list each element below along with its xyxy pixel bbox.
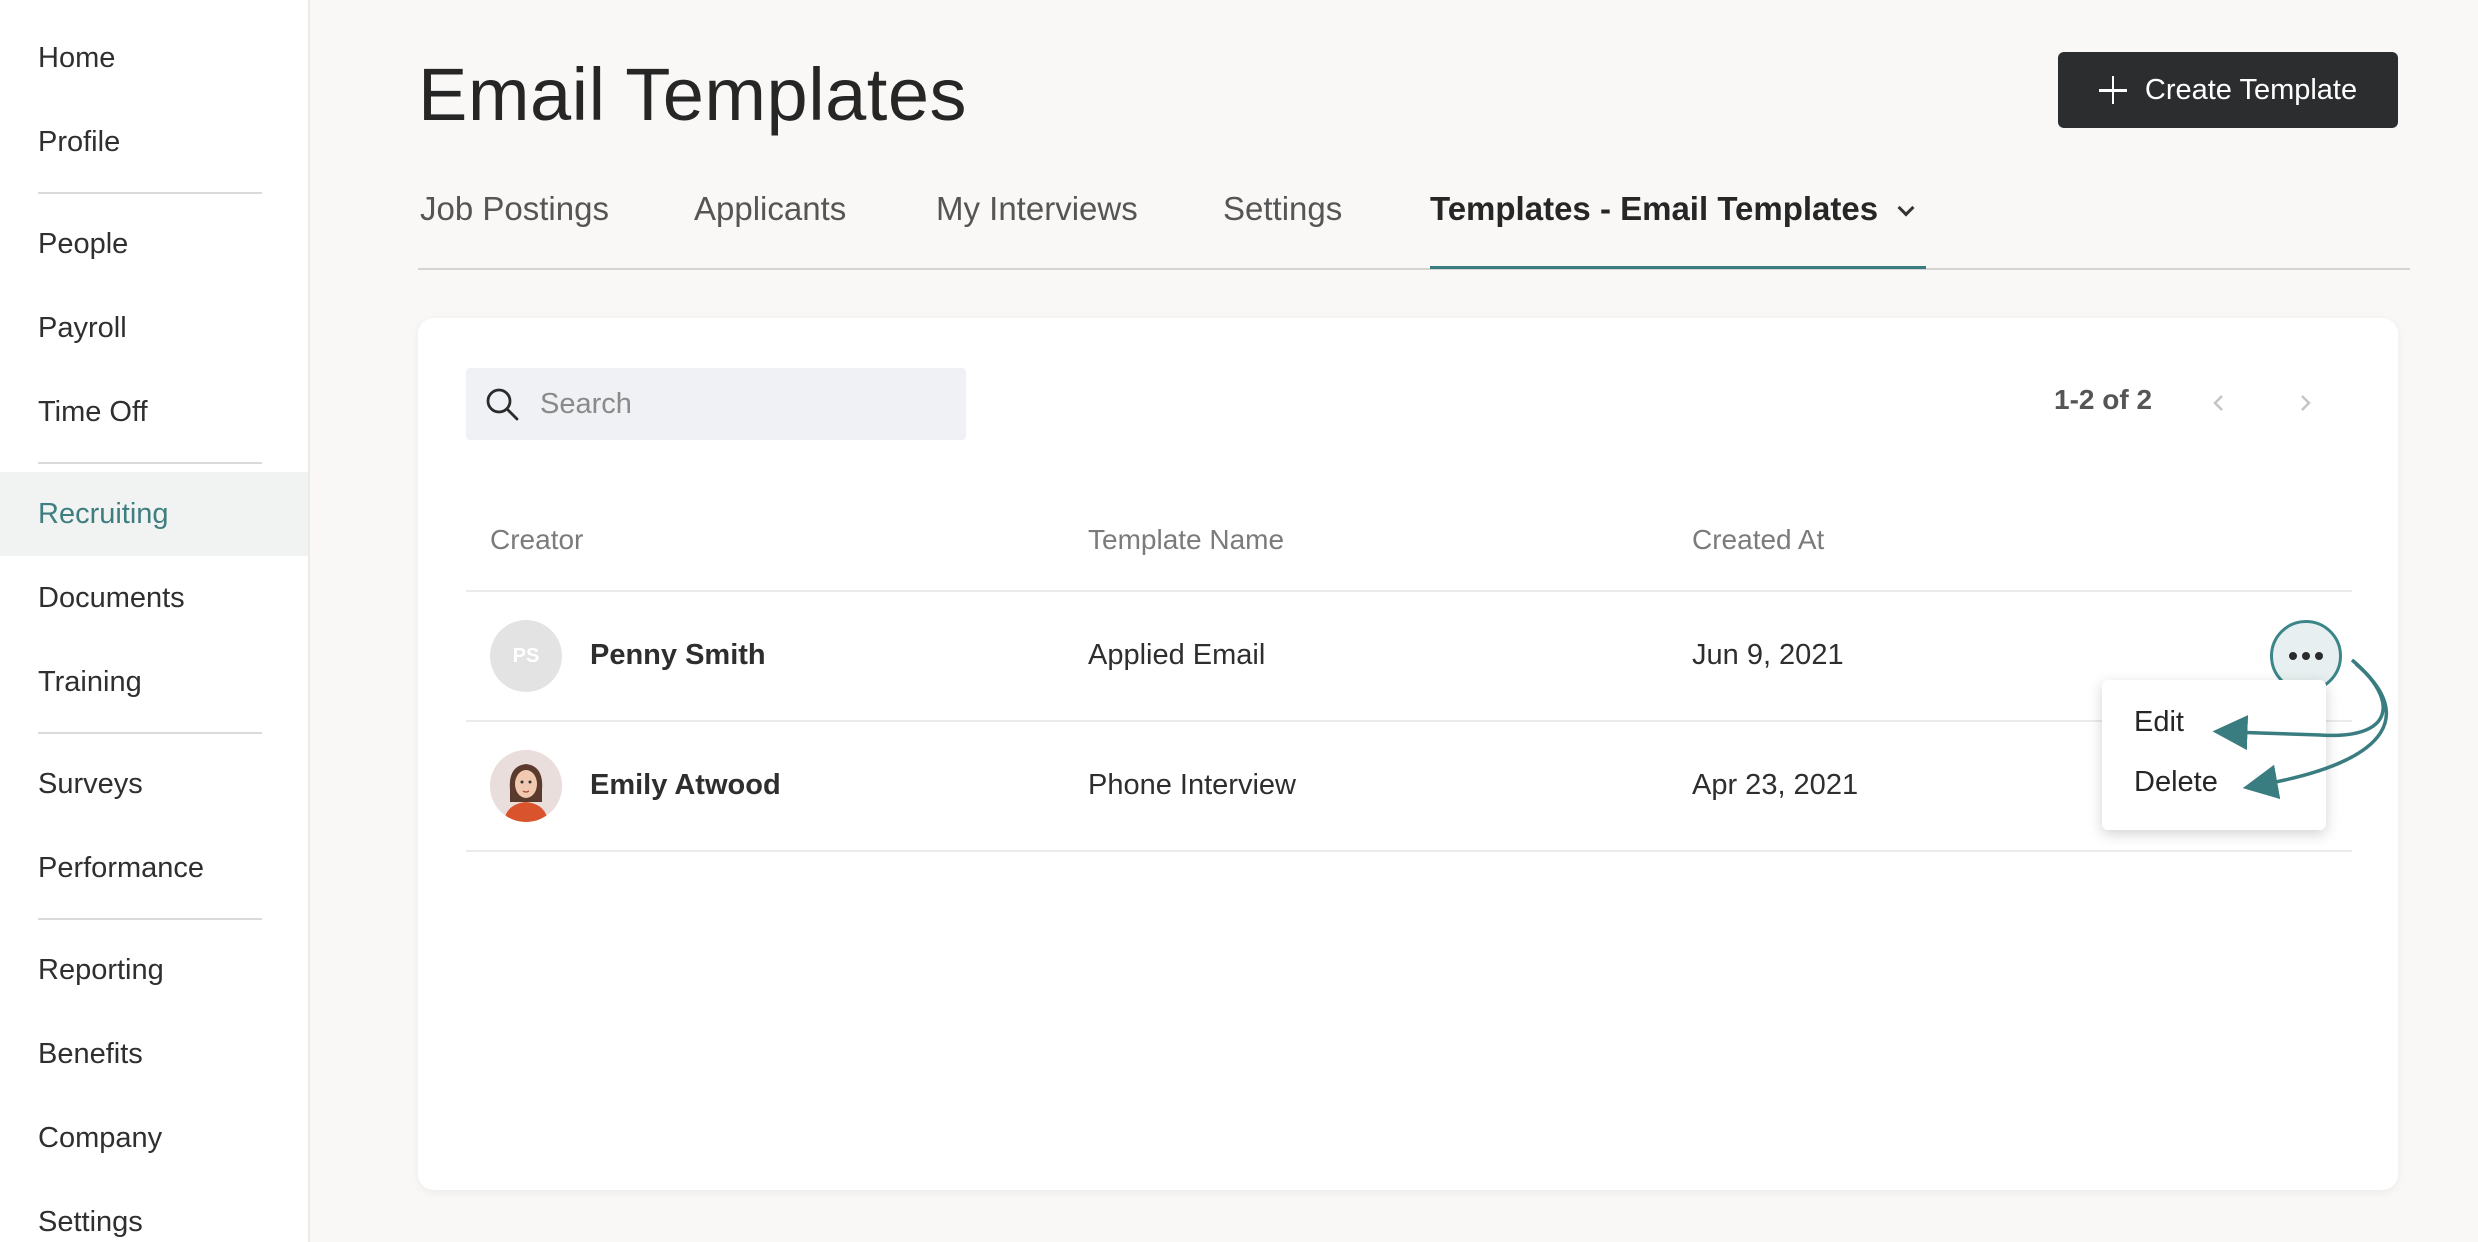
search-input[interactable] bbox=[540, 368, 950, 440]
sidebar-item-company[interactable]: Company bbox=[0, 1096, 308, 1180]
templates-card: 1-2 of 2 Creator Template Name Created A… bbox=[418, 318, 2398, 1190]
column-header-created-at[interactable]: Created At bbox=[1692, 524, 1824, 556]
created-at: Apr 23, 2021 bbox=[1692, 769, 1859, 801]
sidebar-item-payroll[interactable]: Payroll bbox=[0, 286, 308, 370]
sidebar-item-reporting[interactable]: Reporting bbox=[0, 928, 308, 1012]
tabs-divider bbox=[418, 268, 2410, 270]
sidebar-divider bbox=[38, 732, 262, 734]
person-avatar-icon bbox=[490, 750, 562, 822]
chevron-down-icon bbox=[1897, 199, 1915, 217]
plus-icon bbox=[2098, 76, 2127, 104]
column-header-creator[interactable]: Creator bbox=[490, 524, 583, 556]
table-divider bbox=[466, 720, 2352, 722]
tab-templates[interactable]: Templates - Email Templates bbox=[1430, 190, 1915, 270]
sidebar-item-documents[interactable]: Documents bbox=[0, 556, 308, 640]
chevron-right-icon bbox=[2301, 395, 2311, 411]
sidebar-item-benefits[interactable]: Benefits bbox=[0, 1012, 308, 1096]
menu-item-edit[interactable]: Edit bbox=[2134, 706, 2184, 739]
pagination-text: 1-2 of 2 bbox=[2054, 384, 2153, 415]
sidebar-item-settings[interactable]: Settings bbox=[0, 1180, 308, 1242]
create-template-label: Create Template bbox=[2144, 73, 2358, 106]
tab-applicants[interactable]: Applicants bbox=[694, 190, 846, 270]
next-page-button[interactable] bbox=[2290, 388, 2320, 418]
tab-bar: Job Postings Applicants My Interviews Se… bbox=[418, 190, 2410, 270]
creator-name: Emily Atwood bbox=[590, 769, 781, 801]
table-divider bbox=[466, 850, 2352, 852]
sidebar-item-home[interactable]: Home bbox=[0, 16, 308, 100]
sidebar-divider bbox=[38, 918, 262, 920]
template-name[interactable]: Applied Email bbox=[1088, 639, 1265, 672]
search-icon bbox=[486, 388, 519, 421]
creator-name: Penny Smith bbox=[590, 639, 766, 671]
row-actions-menu: Edit Delete bbox=[2102, 680, 2326, 830]
more-horizontal-icon bbox=[2289, 652, 2323, 660]
sidebar-item-time-off[interactable]: Time Off bbox=[0, 370, 308, 454]
sidebar-item-profile[interactable]: Profile bbox=[0, 100, 308, 184]
sidebar-item-recruiting[interactable]: Recruiting bbox=[0, 472, 308, 556]
page-title: Email Templates bbox=[418, 53, 968, 136]
template-name[interactable]: Phone Interview bbox=[1088, 769, 1296, 802]
search-box bbox=[466, 368, 966, 440]
sidebar-item-people[interactable]: People bbox=[0, 202, 308, 286]
created-at: Jun 9, 2021 bbox=[1692, 639, 1844, 671]
avatar: PS bbox=[490, 620, 562, 692]
sidebar-item-training[interactable]: Training bbox=[0, 640, 308, 724]
sidebar-item-performance[interactable]: Performance bbox=[0, 826, 308, 910]
table-divider bbox=[466, 590, 2352, 592]
chevron-left-icon bbox=[2213, 395, 2223, 411]
tab-job-postings[interactable]: Job Postings bbox=[420, 190, 609, 270]
sidebar-divider bbox=[38, 192, 262, 194]
sidebar-divider bbox=[38, 462, 262, 464]
create-template-button[interactable]: Create Template bbox=[2058, 52, 2398, 128]
previous-page-button[interactable] bbox=[2204, 388, 2234, 418]
menu-item-delete[interactable]: Delete bbox=[2134, 766, 2218, 799]
column-header-template-name[interactable]: Template Name bbox=[1088, 524, 1284, 556]
avatar bbox=[490, 750, 562, 822]
sidebar-item-surveys[interactable]: Surveys bbox=[0, 742, 308, 826]
tab-settings[interactable]: Settings bbox=[1223, 190, 1342, 270]
tab-templates-label: Templates - Email Templates bbox=[1430, 190, 1879, 227]
active-tab-indicator bbox=[1430, 266, 1926, 269]
sidebar: Home Profile People Payroll Time Off Rec… bbox=[0, 0, 310, 1242]
tab-my-interviews[interactable]: My Interviews bbox=[936, 190, 1138, 270]
